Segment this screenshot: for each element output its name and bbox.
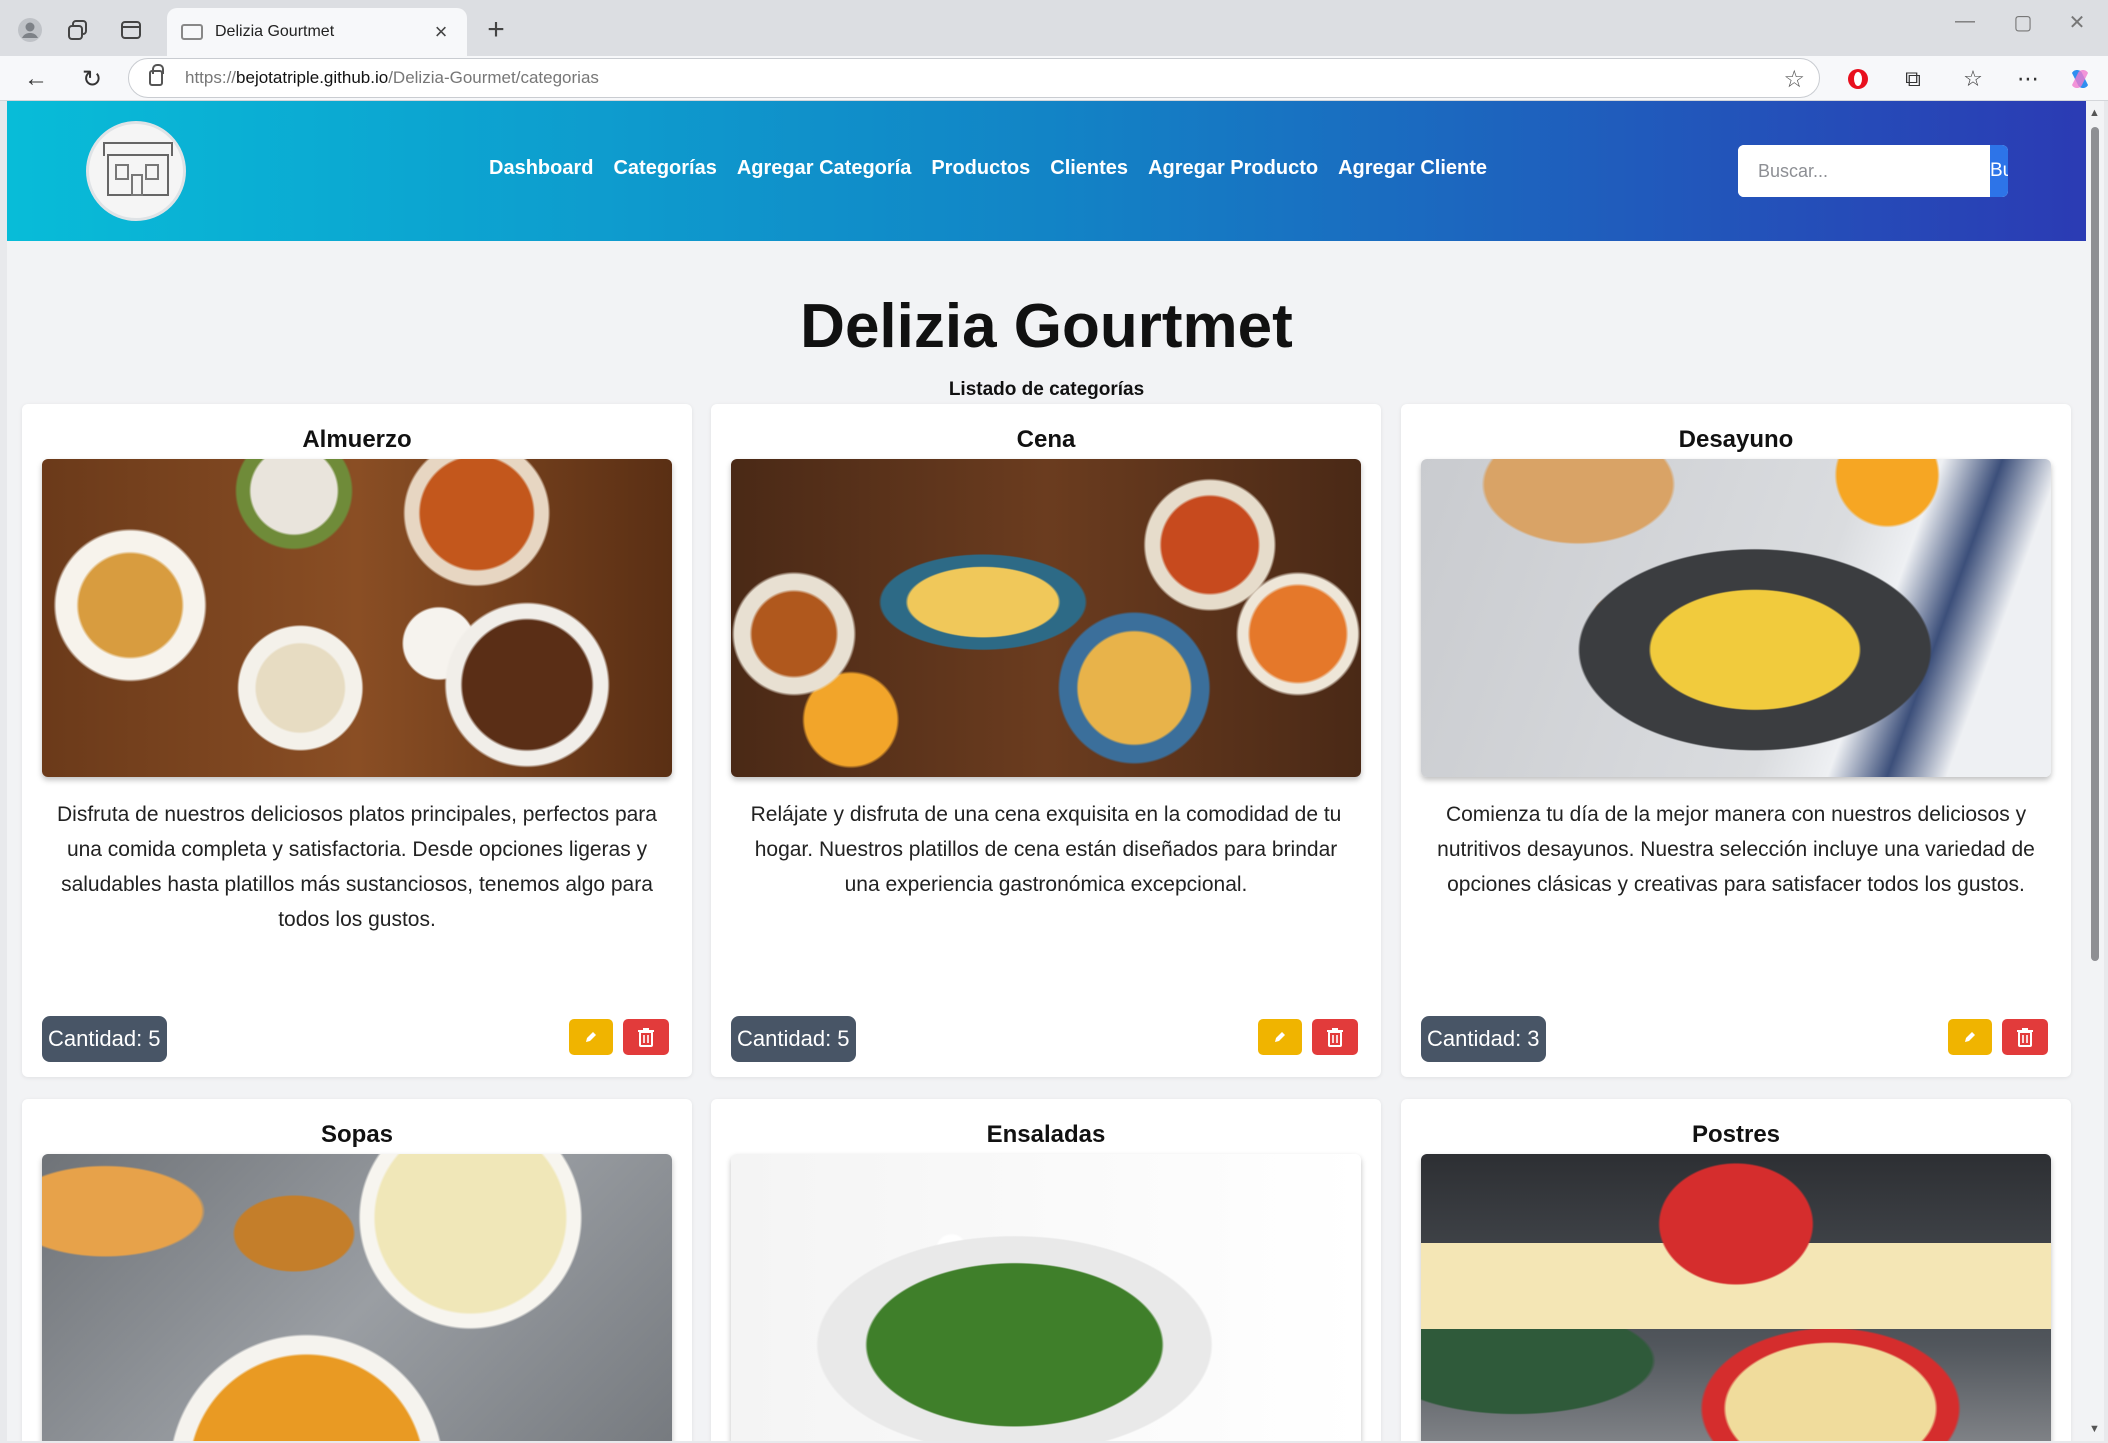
scroll-up-icon[interactable]: ▲ — [2089, 107, 2100, 119]
search-input[interactable] — [1738, 145, 1990, 197]
category-description: Comienza tu día de la mejor manera con n… — [1437, 803, 2035, 896]
quantity-badge: Cantidad: 3 — [1421, 1016, 1546, 1062]
edit-button[interactable] — [569, 1019, 613, 1055]
pencil-icon — [586, 1032, 596, 1042]
page-scrollbar[interactable]: ▲ ▼ — [2086, 101, 2104, 1441]
category-title: Almuerzo — [302, 426, 412, 453]
delete-button[interactable] — [2002, 1019, 2048, 1055]
site-header: Dashboard Categorías Agregar Categoría P… — [7, 101, 2086, 241]
profile-icon[interactable] — [14, 14, 46, 46]
browser-tab[interactable]: Delizia Gourtmet × — [167, 8, 467, 56]
category-image — [1421, 459, 2051, 777]
category-title: Cena — [1016, 426, 1076, 453]
category-title: Postres — [1691, 1121, 1781, 1148]
tab-actions-icon[interactable] — [115, 14, 147, 46]
pencil-icon — [1965, 1032, 1975, 1042]
category-card-postres: Postres — [1401, 1099, 2071, 1441]
favorites-icon[interactable]: ☆ — [1955, 62, 1991, 96]
browser-toolbar: ← ↻ https://bejotatriple.github.io/Deliz… — [0, 56, 2108, 101]
url-protocol: https:// — [185, 68, 237, 87]
scroll-down-icon[interactable]: ▼ — [2089, 1423, 2100, 1435]
nav-dashboard[interactable]: Dashboard — [489, 157, 593, 180]
nav-clientes[interactable]: Clientes — [1050, 157, 1128, 180]
favorite-star-icon[interactable]: ☆ — [1783, 65, 1805, 94]
main-nav: Dashboard Categorías Agregar Categoría P… — [489, 157, 1487, 180]
category-card-almuerzo: Almuerzo Disfruta de nuestros deliciosos… — [22, 404, 692, 1077]
extensions-puzzle-icon[interactable]: ⧉ — [1895, 62, 1931, 96]
nav-categorias[interactable]: Categorías — [613, 157, 716, 180]
category-image — [42, 1154, 672, 1441]
edit-button[interactable] — [1948, 1019, 1992, 1055]
more-menu-icon[interactable]: ⋯ — [2010, 62, 2046, 96]
delete-button[interactable] — [1312, 1019, 1358, 1055]
page-title: Delizia Gourtmet — [800, 292, 1293, 361]
window-close-icon[interactable]: ✕ — [2052, 10, 2102, 35]
category-image — [42, 459, 672, 777]
nav-productos[interactable]: Productos — [931, 157, 1030, 180]
edit-button[interactable] — [1258, 1019, 1302, 1055]
maximize-icon[interactable]: ▢ — [1998, 10, 2048, 35]
category-title: Sopas — [320, 1121, 394, 1148]
nav-agregar-cliente[interactable]: Agregar Cliente — [1338, 157, 1487, 180]
lock-icon — [149, 64, 164, 86]
nav-agregar-categoria[interactable]: Agregar Categoría — [737, 157, 912, 180]
address-bar[interactable]: https://bejotatriple.github.io/Delizia-G… — [128, 58, 1820, 98]
category-title: Desayuno — [1678, 426, 1794, 453]
minimize-icon[interactable]: — — [1940, 10, 1990, 33]
category-card-ensaladas: Ensaladas — [711, 1099, 1381, 1441]
category-image — [731, 1154, 1361, 1441]
new-tab-icon[interactable]: + — [480, 14, 512, 46]
url-host: bejotatriple.github.io — [236, 68, 389, 87]
url-path: /Delizia-Gourmet/categorias — [388, 68, 599, 87]
site-logo[interactable] — [86, 121, 186, 221]
nav-agregar-producto[interactable]: Agregar Producto — [1148, 157, 1318, 180]
copilot-icon[interactable] — [2062, 62, 2098, 96]
category-description: Disfruta de nuestros deliciosos platos p… — [57, 803, 657, 931]
delete-button[interactable] — [623, 1019, 669, 1055]
opera-extension-icon[interactable] — [1840, 62, 1876, 96]
category-image — [1421, 1154, 2051, 1441]
category-description: Relájate y disfruta de una cena exquisit… — [750, 803, 1342, 896]
page-viewport: Dashboard Categorías Agregar Categoría P… — [7, 101, 2086, 1441]
category-image — [731, 459, 1361, 777]
category-title: Ensaladas — [986, 1121, 1106, 1148]
search-button[interactable]: Buscar — [1990, 145, 2008, 197]
category-card-cena: Cena Relájate y disfruta de una cena exq… — [711, 404, 1381, 1077]
workspaces-icon[interactable] — [62, 14, 94, 46]
page-subtitle: Listado de categorías — [948, 379, 1145, 400]
browser-tab-bar: Delizia Gourtmet × + — ▢ ✕ — [0, 0, 2108, 56]
quantity-badge: Cantidad: 5 — [42, 1016, 167, 1062]
search-form: Buscar — [1738, 145, 2008, 197]
trash-icon — [1327, 1028, 1343, 1047]
pencil-icon — [1275, 1032, 1285, 1042]
back-icon[interactable]: ← — [18, 62, 54, 96]
trash-icon — [638, 1028, 654, 1047]
category-card-desayuno: Desayuno Comienza tu día de la mejor man… — [1401, 404, 2071, 1077]
reload-icon[interactable]: ↻ — [74, 62, 110, 96]
tab-favicon-icon — [181, 24, 203, 40]
trash-icon — [2017, 1028, 2033, 1047]
scrollbar-thumb[interactable] — [2091, 127, 2099, 961]
tab-title: Delizia Gourtmet — [215, 23, 335, 40]
quantity-badge: Cantidad: 5 — [731, 1016, 856, 1062]
tab-close-icon[interactable]: × — [429, 21, 453, 43]
category-card-sopas: Sopas — [22, 1099, 692, 1441]
